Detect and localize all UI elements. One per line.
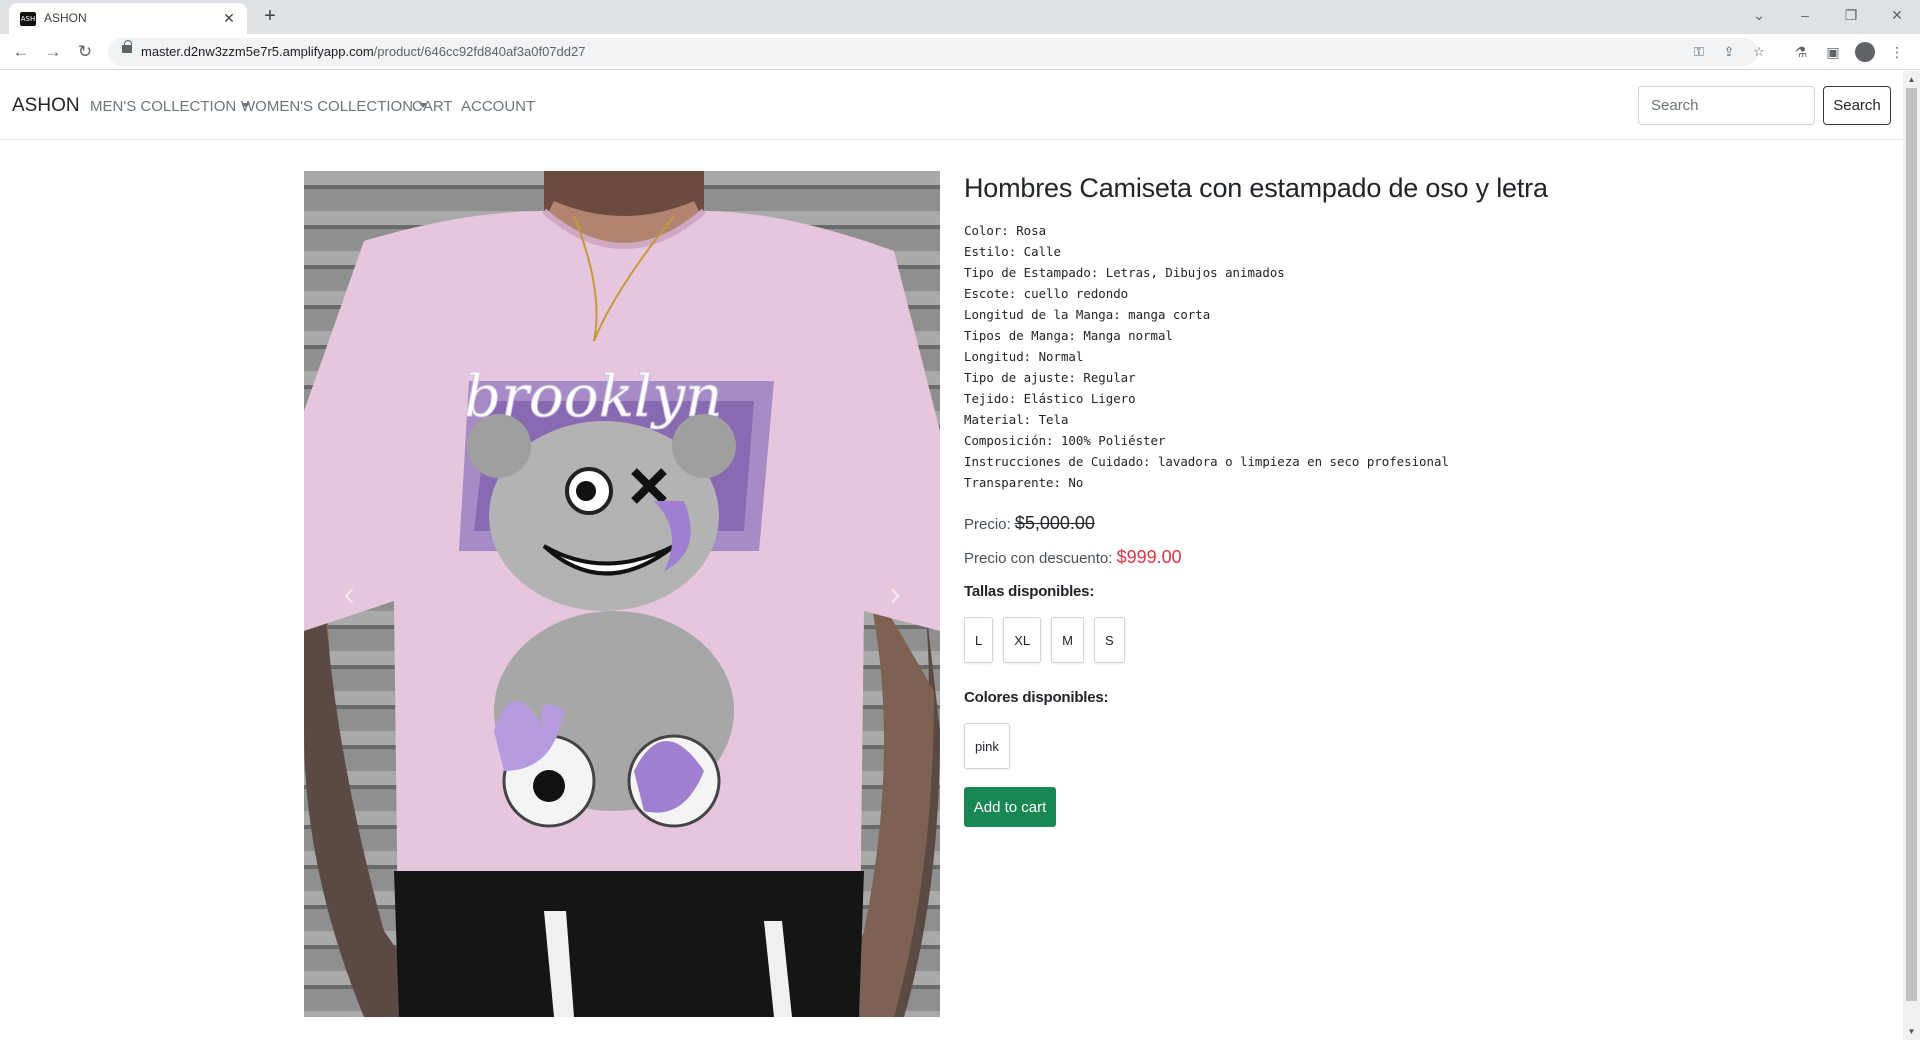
url-path: /product/646cc92fd840af3a0f07dd27	[373, 44, 586, 59]
color-options: pink	[964, 723, 1884, 769]
url-text: master.d2nw3zzm5e7r5.amplifyapp.com/prod…	[141, 44, 585, 59]
profile-icon[interactable]	[1855, 42, 1875, 62]
mens-collection-label: MEN'S COLLECTION	[90, 98, 237, 115]
scroll-down-icon[interactable]: ▼	[1903, 1023, 1920, 1040]
description-line: Longitud: Normal	[964, 349, 1084, 364]
description-line: Estilo: Calle	[964, 244, 1061, 259]
product-image-carousel: brooklyn ‹ ›	[304, 171, 940, 1017]
site-navbar: ASHON MEN'S COLLECTION WOMEN'S COLLECTIO…	[0, 71, 1903, 140]
size-option-xl[interactable]: XL	[1003, 617, 1042, 663]
mens-collection-dropdown[interactable]: MEN'S COLLECTION	[90, 98, 251, 115]
size-option-l[interactable]: L	[964, 617, 994, 663]
restore-icon[interactable]: ❐	[1828, 0, 1874, 34]
size-option-s[interactable]: S	[1093, 617, 1125, 663]
browser-tab[interactable]: ASH ASHON ✕	[9, 3, 247, 34]
brand-logo[interactable]: ASHON	[12, 95, 80, 117]
minimize-icon[interactable]: –	[1782, 0, 1828, 34]
side-panel-icon[interactable]: ▣	[1822, 41, 1844, 63]
discount-price: $999.00	[1116, 547, 1182, 567]
description-line: Longitud de la Manga: manga corta	[964, 307, 1211, 322]
browser-toolbar: ← → ↻ master.d2nw3zzm5e7r5.amplifyapp.co…	[0, 34, 1920, 70]
product-details: Hombres Camiseta con estampado de oso y …	[964, 171, 1884, 827]
description-line: Composición: 100% Poliéster	[964, 433, 1166, 448]
carousel-prev-icon[interactable]: ‹	[334, 577, 364, 611]
account-link[interactable]: ACCOUNT	[461, 98, 535, 115]
discount-price-label: Precio con descuento:	[964, 550, 1113, 567]
scroll-up-icon[interactable]: ▲	[1903, 71, 1920, 88]
description-line: Tipo de ajuste: Regular	[964, 370, 1136, 385]
womens-collection-label: WOMEN'S COLLECTION	[241, 98, 414, 115]
description-line: Tipos de Manga: Manga normal	[964, 328, 1173, 343]
scrollbar-thumb[interactable]	[1906, 88, 1917, 1001]
sizes-heading: Tallas disponibles:	[964, 583, 1095, 600]
forward-icon[interactable]: →	[40, 39, 66, 65]
site-favicon-icon: ASH	[20, 12, 36, 26]
url-host: master.d2nw3zzm5e7r5.amplifyapp.com	[141, 44, 374, 59]
price-row: Precio: $5,000.00	[964, 513, 1884, 534]
description-line: Instrucciones de Cuidado: lavadora o lim…	[964, 454, 1449, 469]
womens-collection-dropdown[interactable]: WOMEN'S COLLECTION	[241, 98, 428, 115]
description-line: Color: Rosa	[964, 223, 1047, 238]
new-tab-icon[interactable]: +	[258, 5, 282, 29]
page-scrollbar[interactable]: ▲ ▼	[1903, 71, 1920, 1040]
carousel-next-icon[interactable]: ›	[880, 577, 910, 611]
product-title: Hombres Camiseta con estampado de oso y …	[964, 173, 1548, 203]
reload-icon[interactable]: ↻	[72, 39, 98, 65]
description-line: Material: Tela	[964, 412, 1069, 427]
description-line: Transparente: No	[964, 475, 1084, 490]
product-description: Color: Rosa Estilo: Calle Tipo de Estamp…	[964, 220, 1884, 493]
discount-price-row: Precio con descuento: $999.00	[964, 547, 1884, 568]
colors-heading: Colores disponibles:	[964, 689, 1109, 706]
add-to-cart-button[interactable]: Add to cart	[964, 787, 1056, 827]
search-input[interactable]	[1638, 86, 1815, 125]
close-window-icon[interactable]: ✕	[1874, 0, 1920, 34]
browser-tab-strip: ASH ASHON ✕ + ⌄ – ❐ ✕	[0, 0, 1920, 34]
original-price: $5,000.00	[1014, 513, 1095, 533]
color-option-pink[interactable]: pink	[964, 723, 1010, 769]
description-line: Tipo de Estampado: Letras, Dibujos anima…	[964, 265, 1285, 280]
extension-icon[interactable]: ⚗	[1790, 41, 1812, 63]
product-photo: brooklyn	[304, 171, 940, 1017]
tab-title: ASHON	[44, 11, 87, 25]
description-line: Escote: cuello redondo	[964, 286, 1129, 301]
size-option-m[interactable]: M	[1051, 617, 1084, 663]
cart-link[interactable]: CART	[412, 98, 453, 115]
close-tab-icon[interactable]: ✕	[220, 9, 238, 27]
description-line: Tejido: Elástico Ligero	[964, 391, 1136, 406]
key-icon[interactable]: ⚿	[1688, 42, 1710, 62]
back-icon[interactable]: ←	[8, 39, 34, 65]
size-options: L XL M S	[964, 617, 1884, 663]
lock-icon[interactable]	[122, 40, 132, 53]
menu-icon[interactable]: ⋮	[1886, 41, 1908, 63]
tab-search-icon[interactable]: ⌄	[1736, 0, 1782, 34]
share-icon[interactable]: ⇪	[1718, 42, 1740, 62]
star-icon[interactable]: ☆	[1748, 42, 1770, 62]
search-button[interactable]: Search	[1823, 86, 1891, 125]
price-label: Precio:	[964, 516, 1011, 533]
address-bar[interactable]: master.d2nw3zzm5e7r5.amplifyapp.com/prod…	[108, 38, 1765, 66]
